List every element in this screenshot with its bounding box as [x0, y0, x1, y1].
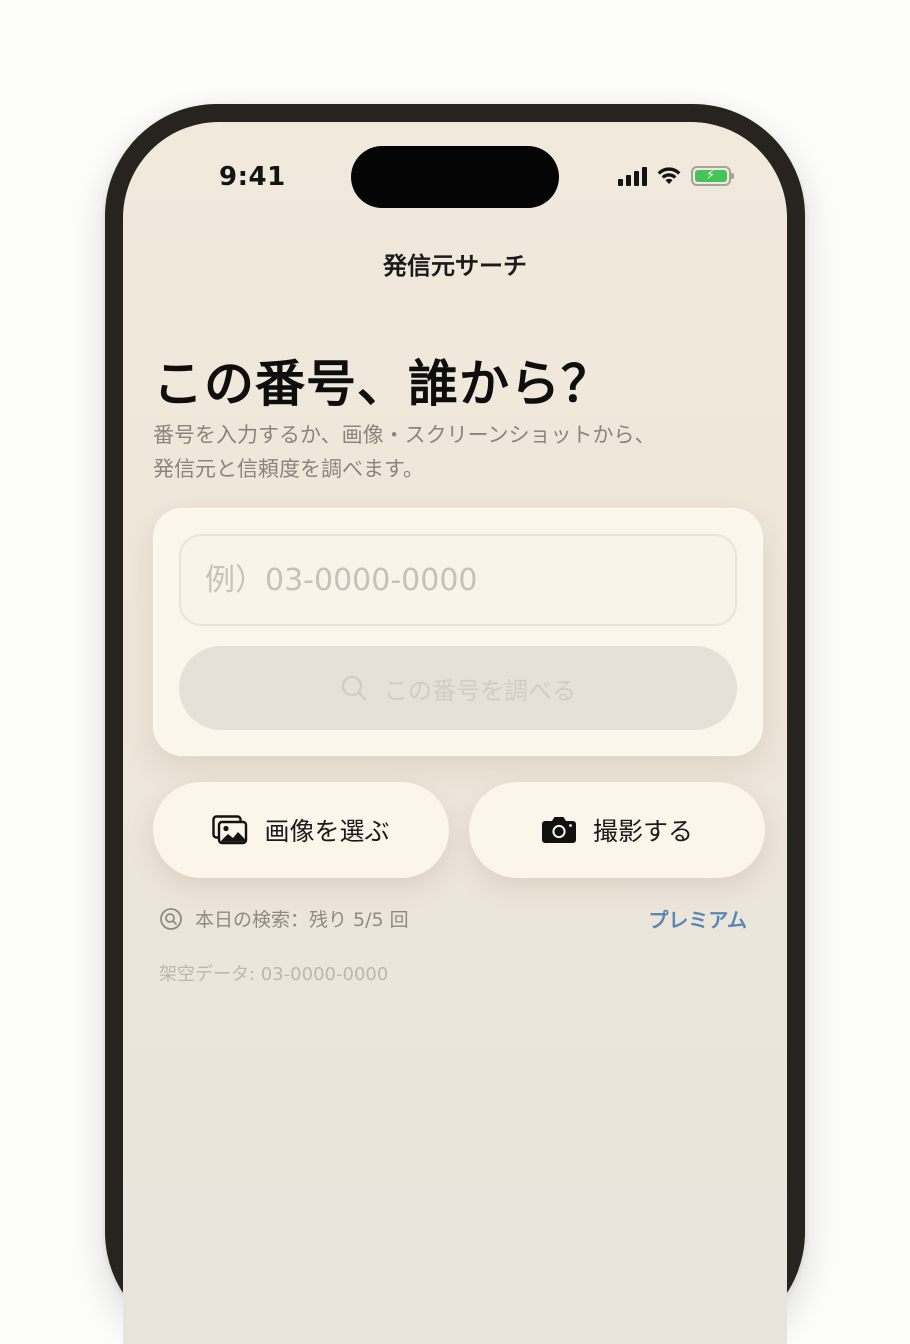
- subtitle-line-2: 発信元と信頼度を調べます。: [153, 457, 424, 481]
- premium-link[interactable]: プレミアム: [648, 904, 747, 933]
- choose-image-label: 画像を選ぶ: [264, 817, 390, 846]
- search-count-icon: [160, 907, 182, 930]
- app-screen: 9:41 ⚡ 発信元サーチ この番号、誰から？ 番号を入力するか、画像・スクリー…: [123, 122, 787, 1344]
- nav-title: 発信元サーチ: [383, 252, 527, 280]
- camera-icon: [541, 817, 576, 843]
- subtitle-line-1: 番号を入力するか、画像・スクリーンショットから、: [153, 423, 656, 447]
- cellular-signal-icon: [618, 166, 647, 186]
- page-subtitle: 番号を入力するか、画像・スクリーンショットから、 発信元と信頼度を調べます。: [153, 418, 743, 486]
- search-card: この番号を調べる: [153, 508, 763, 756]
- dynamic-island: [351, 146, 559, 208]
- photo-library-icon: [212, 815, 248, 845]
- search-icon: [341, 675, 367, 701]
- phone-number-input[interactable]: [179, 534, 737, 626]
- take-photo-label: 撮影する: [592, 817, 693, 846]
- choose-image-button[interactable]: 画像を選ぶ: [153, 782, 449, 878]
- quota-row: 本日の検索：残り 5/5 回 プレミアム: [159, 904, 747, 933]
- status-time: 9:41: [219, 162, 286, 192]
- page-headline: この番号、誰から？: [153, 355, 612, 413]
- lookup-button-label: この番号を調べる: [384, 676, 576, 705]
- battery-charging-icon: ⚡: [691, 166, 734, 186]
- lookup-number-button[interactable]: この番号を調べる: [179, 646, 737, 730]
- wifi-icon: [657, 167, 681, 184]
- phone-frame: 9:41 ⚡ 発信元サーチ この番号、誰から？ 番号を入力するか、画像・スクリー…: [105, 104, 805, 1344]
- quota-text: 本日の検索：残り 5/5 回: [195, 909, 409, 931]
- sample-data-note: 架空データ: 03-0000-0000: [159, 964, 389, 985]
- take-photo-button[interactable]: 撮影する: [469, 782, 765, 878]
- status-icons: ⚡: [618, 166, 734, 186]
- quota-info: 本日の検索：残り 5/5 回: [159, 905, 409, 932]
